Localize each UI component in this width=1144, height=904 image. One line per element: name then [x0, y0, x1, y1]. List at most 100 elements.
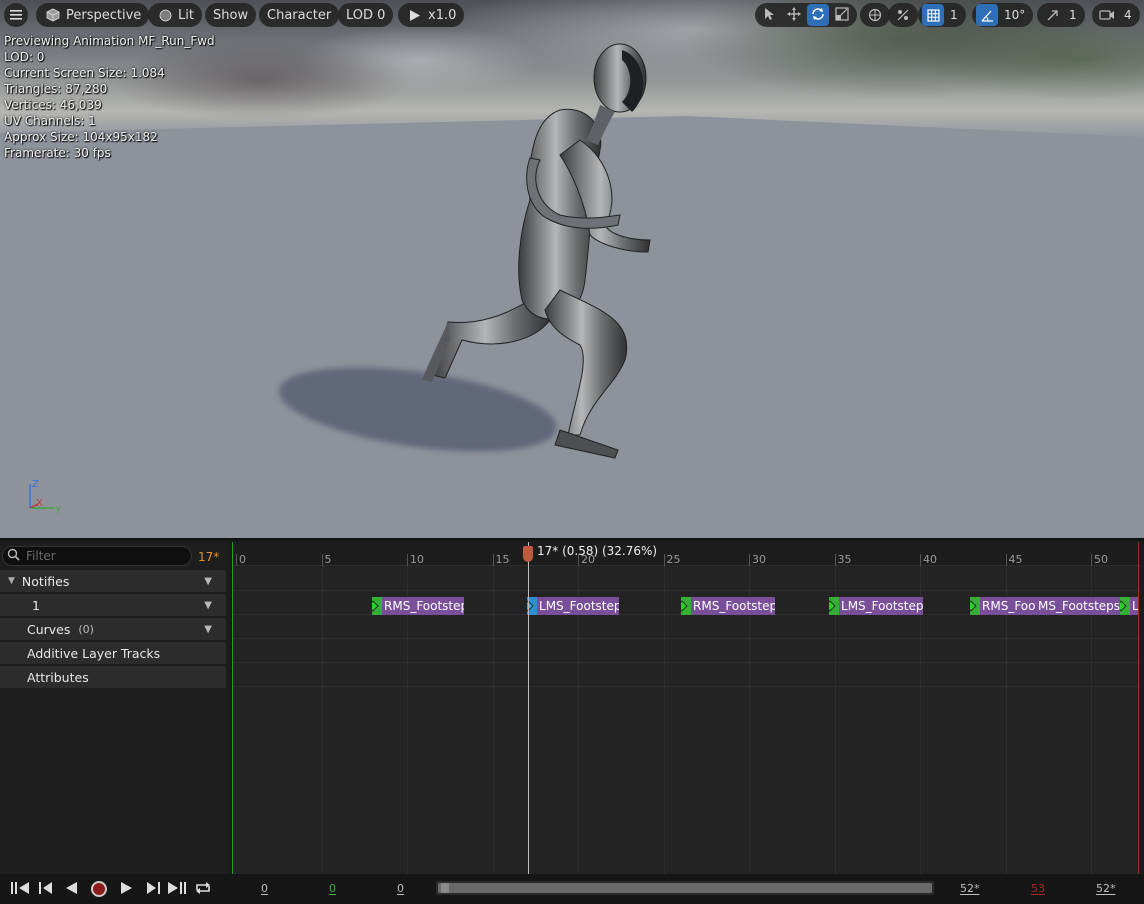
scale-snap-icon: [1041, 4, 1063, 26]
character-button[interactable]: Character: [259, 3, 340, 27]
ruler-tick: [663, 554, 665, 566]
move-tool[interactable]: [783, 4, 805, 26]
play-forward-button[interactable]: [116, 879, 138, 899]
timeline-gridline: [663, 566, 665, 876]
track-separator: [232, 662, 1140, 663]
next-frame-button[interactable]: [143, 879, 165, 899]
notify-label: MS_Footsteps: [1038, 599, 1120, 613]
filter-box[interactable]: [2, 546, 192, 566]
camera-speed-group[interactable]: 4: [1092, 3, 1140, 27]
view-end-field[interactable]: 52*: [1096, 882, 1116, 895]
ruler-tick: [749, 554, 750, 566]
lod-button[interactable]: LOD 0: [338, 3, 394, 27]
notify-label: MS_Footsteps: [392, 599, 464, 613]
playback-end-field[interactable]: 53: [1031, 882, 1045, 895]
move-icon: [787, 6, 801, 24]
scale-tool[interactable]: [831, 4, 853, 26]
notify-label: MS_Footsteps: [701, 599, 775, 613]
ruler-tick-label: 10: [410, 553, 424, 566]
notify-event[interactable]: RMS_Footsteps: [970, 597, 1036, 615]
record-button[interactable]: [88, 879, 110, 899]
scrub-time-label: 17* (0.58) (32.76%): [537, 544, 658, 558]
skip-to-start-icon: [10, 881, 30, 898]
stats-vertices-line: Vertices: 46,039: [4, 98, 102, 112]
character-label: Character: [267, 7, 332, 23]
grid-snap-icon: [922, 4, 944, 26]
scale-snap-group[interactable]: 1: [1037, 3, 1085, 27]
chevron-down-icon[interactable]: ▼: [204, 624, 212, 635]
additive-layer-tracks-row[interactable]: Additive Layer Tracks: [0, 642, 226, 664]
notify-track-row[interactable]: 1 ▼: [0, 594, 226, 616]
chevron-down-icon[interactable]: ▼: [204, 576, 212, 587]
ruler-tick-label: 45: [1008, 553, 1023, 566]
lit-button[interactable]: Lit: [148, 3, 202, 27]
show-label: Show: [213, 7, 249, 23]
viewport-menu-button[interactable]: [4, 3, 28, 27]
surface-snap-toggle[interactable]: [888, 3, 918, 27]
track-separator: [232, 590, 1140, 591]
notify-event[interactable]: LMS_Footsteps: [829, 597, 923, 615]
timeline-gridline: [321, 566, 323, 876]
notify-label: MS_Footsteps: [545, 599, 619, 613]
previous-frame-button[interactable]: [34, 879, 56, 899]
working-end-field[interactable]: 52*: [960, 882, 980, 895]
notify-event[interactable]: LMS_Footsteps: [527, 597, 619, 615]
notify-track-label: 1: [32, 597, 40, 613]
timeline-area[interactable]: 05101520253035404550 RMS_Footsteps LMS_F…: [232, 542, 1140, 876]
mannequin-character[interactable]: [410, 40, 660, 465]
notify-event[interactable]: RMS_Footsteps: [681, 597, 775, 615]
record-icon: [91, 881, 107, 897]
curves-track-header[interactable]: Curves (0) ▼: [0, 618, 226, 640]
notify-prefix: R: [384, 599, 393, 613]
viewport[interactable]: Previewing Animation MF_Run_Fwd LOD: 0 C…: [0, 0, 1144, 538]
notify-prefix: R: [693, 599, 702, 613]
track-separator: [232, 638, 1140, 639]
grid-snap-value: 1: [950, 8, 958, 22]
angle-snap-icon: [976, 4, 998, 26]
to-end-button[interactable]: [166, 879, 188, 899]
notify-prefix: R: [982, 599, 991, 613]
rotate-tool[interactable]: [807, 4, 829, 26]
stats-screen-size-line: Current Screen Size: 1.084: [4, 66, 165, 80]
stats-preview-line: Previewing Animation MF_Run_Fwd: [4, 34, 215, 48]
ruler-tick: [236, 554, 237, 566]
ruler-tick: [834, 554, 836, 566]
filter-input[interactable]: [26, 549, 176, 563]
timeline-scrollbar[interactable]: [436, 881, 934, 895]
scrub-handle[interactable]: [523, 546, 533, 562]
collapse-triangle-icon[interactable]: ▼: [8, 576, 15, 586]
world-local-toggle[interactable]: [860, 3, 890, 27]
track-outliner: 17* ▼ Notifies ▼ 1 ▼ Curves (0) ▼ Additi…: [0, 542, 228, 876]
play-reverse-button[interactable]: [60, 879, 82, 899]
step-forward-icon: [146, 881, 162, 898]
notifies-track-header[interactable]: ▼ Notifies ▼: [0, 570, 226, 592]
notify-event[interactable]: MS_Footsteps: [1036, 597, 1120, 615]
perspective-button[interactable]: Perspective: [36, 3, 150, 27]
play-speed-label: x1.0: [428, 7, 457, 23]
transform-tools-group: [755, 3, 857, 27]
ruler-tick-label: 25: [666, 553, 681, 566]
pointer-icon: [764, 7, 776, 24]
play-reverse-icon: [64, 881, 78, 898]
camera-speed-value: 4: [1124, 8, 1132, 22]
notify-event[interactable]: RMS_Footsteps: [372, 597, 464, 615]
play-speed-button[interactable]: x1.0: [398, 3, 465, 27]
scale-icon: [835, 6, 849, 24]
ruler-tick-label: 30: [752, 553, 766, 566]
loop-button[interactable]: [192, 879, 214, 899]
to-start-button[interactable]: [9, 879, 31, 899]
working-start-field[interactable]: 0: [397, 882, 404, 895]
chevron-down-icon[interactable]: ▼: [204, 600, 212, 611]
select-tool[interactable]: [759, 4, 781, 26]
attributes-row[interactable]: Attributes: [0, 666, 226, 688]
angle-snap-value: 10°: [1004, 8, 1026, 22]
time-ruler[interactable]: 0 5 10 15 20 25 30 35 40 45 50: [232, 542, 1140, 566]
show-button[interactable]: Show: [205, 3, 257, 27]
playback-start-field[interactable]: 0: [329, 882, 336, 895]
angle-snap-group[interactable]: 10°: [972, 3, 1034, 27]
timeline-scrollbar-thumb[interactable]: [438, 883, 932, 893]
grid-snap-group[interactable]: 1: [918, 3, 966, 27]
notify-event[interactable]: L: [1120, 597, 1138, 615]
notify-prefix: L: [1132, 599, 1138, 613]
view-start-field[interactable]: 0: [261, 882, 268, 895]
